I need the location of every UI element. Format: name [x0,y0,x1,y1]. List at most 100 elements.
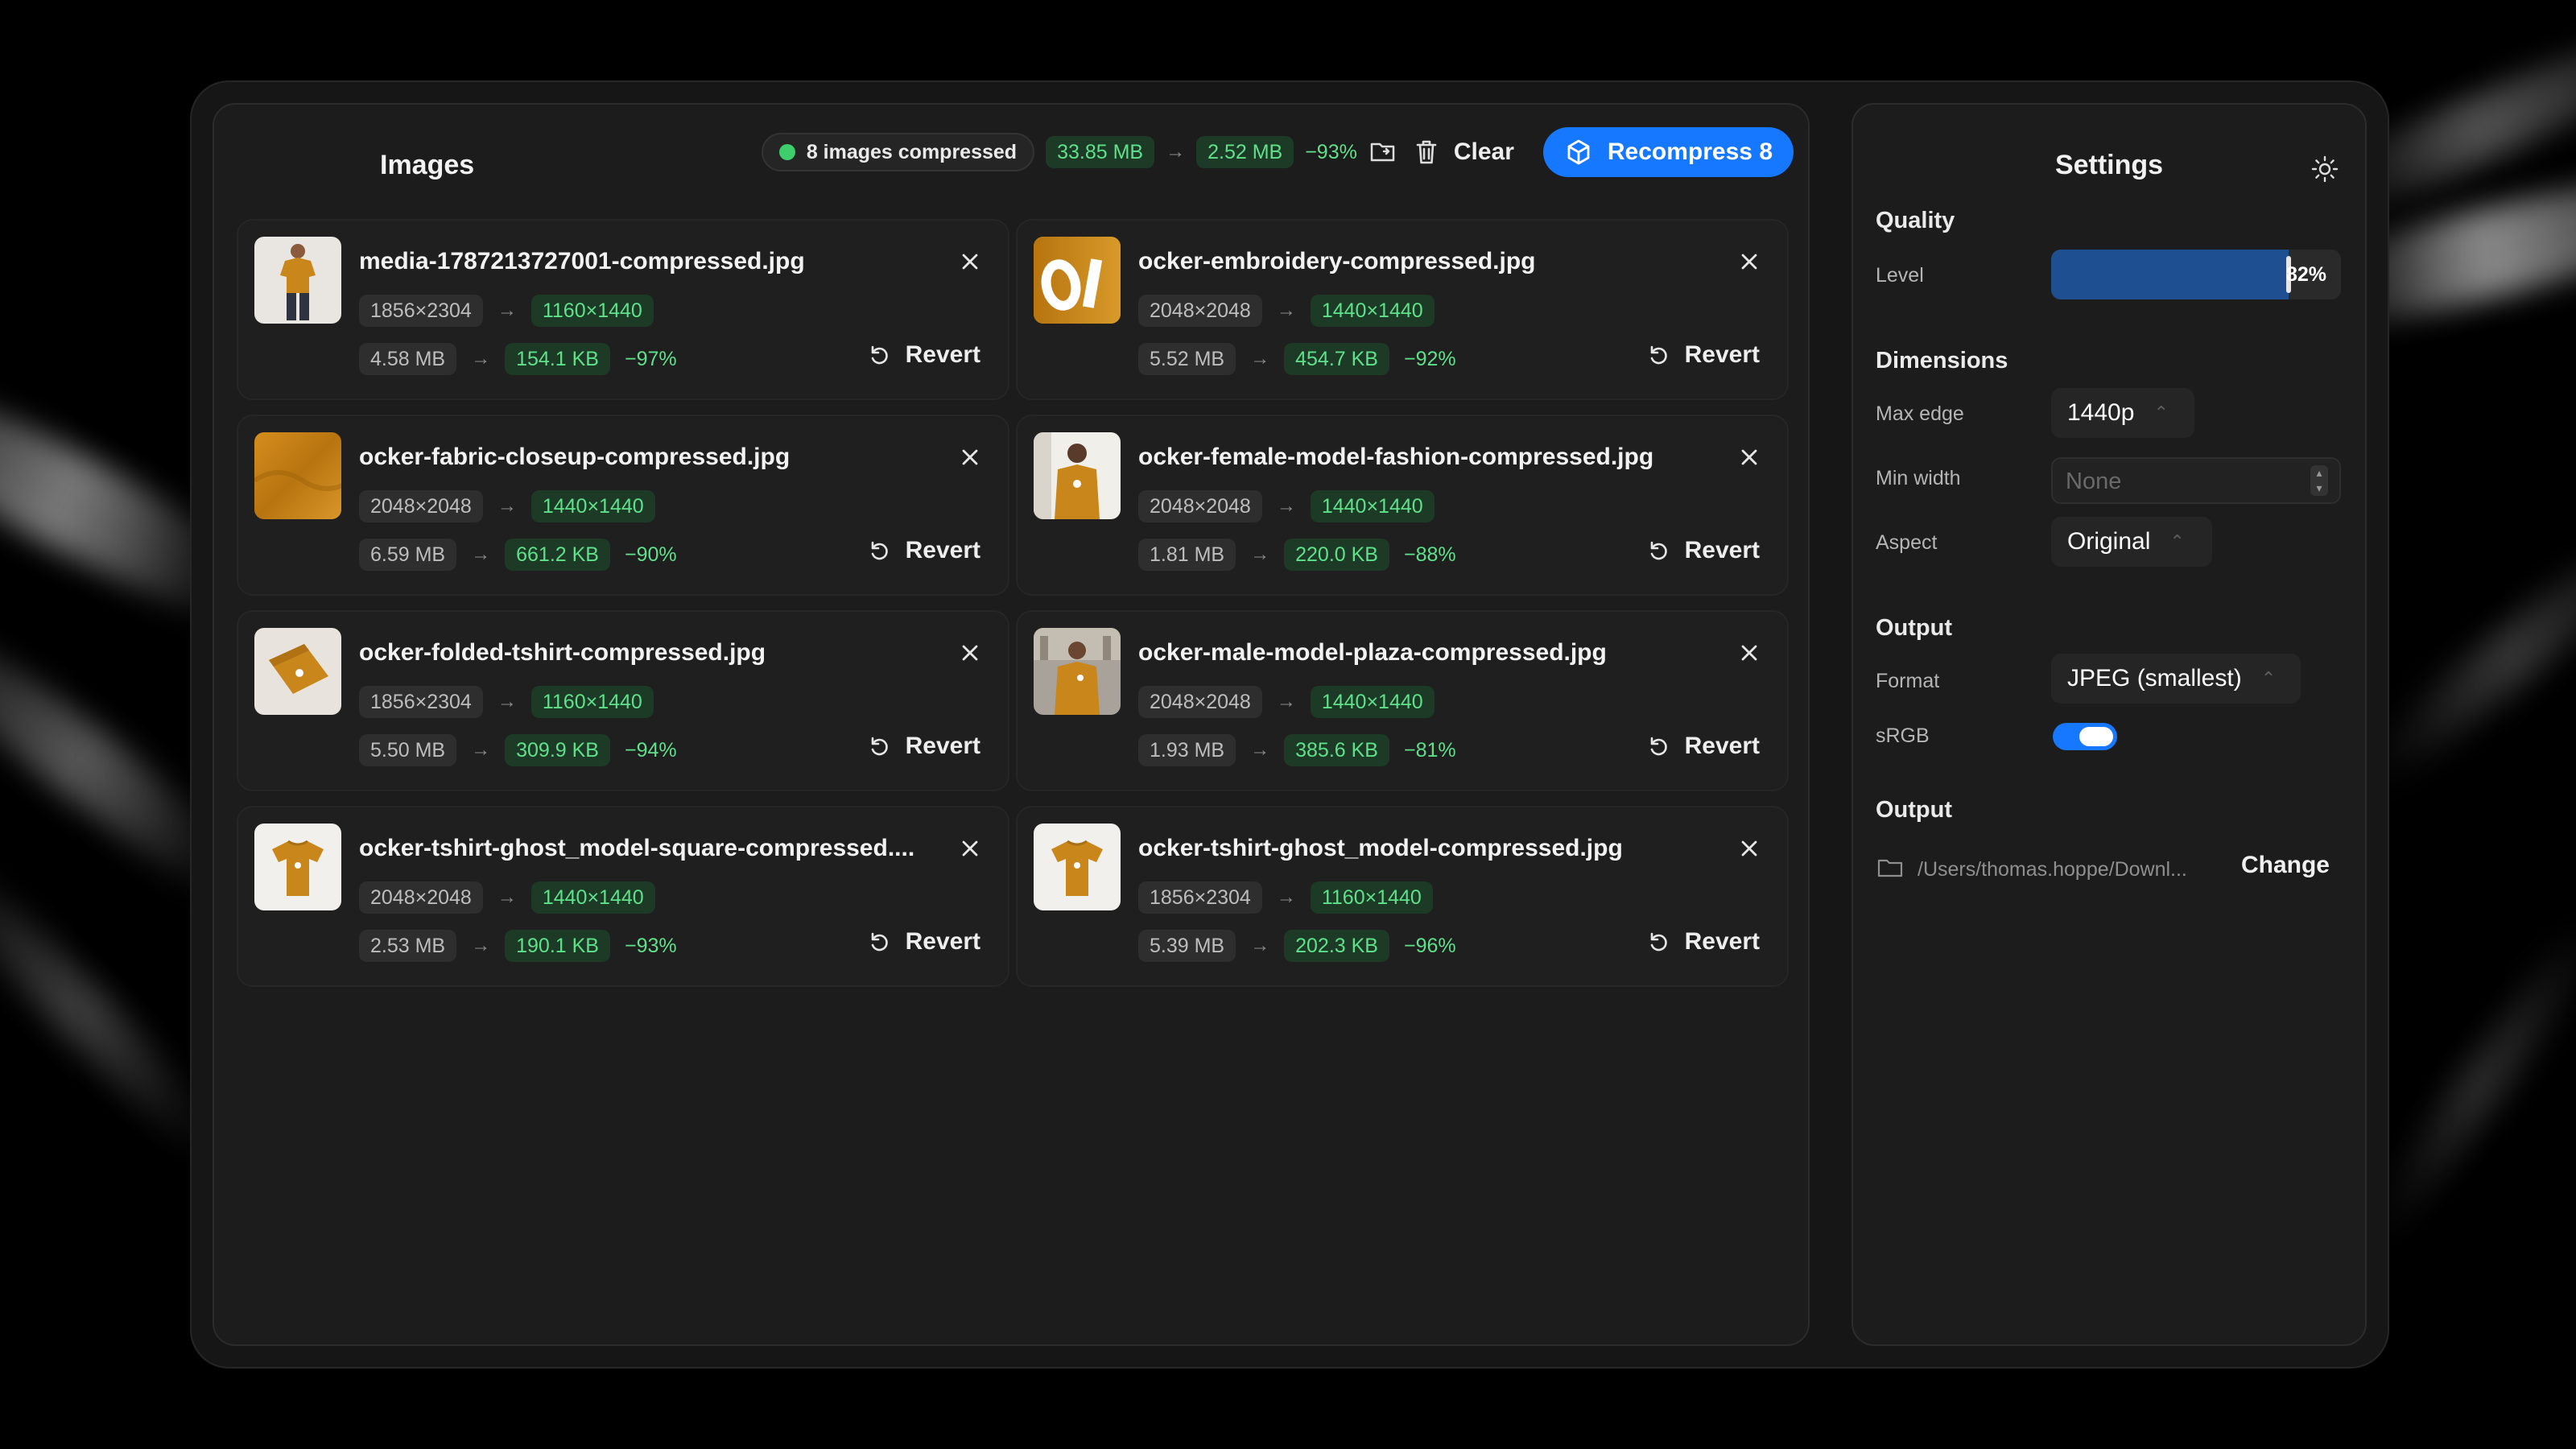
remove-image-button[interactable] [1736,835,1763,862]
image-thumbnail[interactable] [254,628,341,715]
undo-icon [871,932,888,952]
image-card[interactable]: media-1787213727001-compressed.jpg 1856×… [237,219,1009,400]
dimensions-row: 1856×2304 → 1160×1440 [359,295,654,327]
remove-image-button[interactable] [1736,444,1763,471]
close-icon [1741,645,1757,661]
chevron-updown-icon: ⌃ [2260,668,2277,688]
undo-icon [871,541,888,560]
image-card[interactable]: ocker-tshirt-ghost_model-square-compress… [237,806,1009,987]
arrow-right-icon: → [1250,935,1270,956]
size-after: 154.1 KB [505,343,610,375]
arrow-right-icon: → [497,495,517,517]
dimensions-row: 2048×2048 → 1440×1440 [1138,686,1435,718]
remove-image-button[interactable] [1736,248,1763,275]
dimensions-before: 2048×2048 [359,490,483,522]
size-before: 5.52 MB [1138,343,1236,375]
size-row: 2.53 MB → 190.1 KB −93% [359,930,677,962]
change-output-button[interactable]: Change [2241,852,2330,879]
min-width-input[interactable] [2064,459,2293,504]
status-text: 8 images compressed [806,140,1018,163]
size-after: 309.9 KB [505,734,610,766]
output-path-section-title: Output [1876,797,1953,823]
revert-label: Revert [905,928,980,955]
min-width-field[interactable]: ▴▾ [2051,457,2341,504]
revert-button[interactable]: Revert [869,928,980,956]
revert-button[interactable]: Revert [869,537,980,564]
remove-image-button[interactable] [1736,639,1763,667]
image-card[interactable]: ocker-female-model-fashion-compressed.jp… [1016,415,1789,596]
size-after: 454.7 KB [1284,343,1389,375]
remove-image-button[interactable] [956,639,984,667]
arrow-right-icon: → [471,543,491,565]
dimensions-after: 1160×1440 [1310,881,1433,914]
image-thumbnail[interactable] [254,237,341,324]
size-before: 5.39 MB [1138,930,1236,962]
recompress-label: Recompress 8 [1607,138,1773,165]
quality-slider[interactable]: 82% [2051,250,2341,299]
revert-button[interactable]: Revert [1648,341,1760,369]
arrow-right-icon: → [1276,495,1296,517]
image-thumbnail[interactable] [1034,824,1121,910]
close-icon [962,840,978,857]
output-format-section-title: Output [1876,615,1953,641]
arrow-right-icon: → [471,739,491,761]
remove-image-button[interactable] [956,248,984,275]
image-thumbnail[interactable] [1034,237,1121,324]
app-window: Images 8 images compressed 33.85 MB → 2.… [190,80,2389,1368]
size-after: 220.0 KB [1284,539,1389,571]
clear-button[interactable]: Clear [1409,129,1529,175]
arrow-right-icon: → [497,691,517,712]
revert-button[interactable]: Revert [869,341,980,369]
image-thumbnail[interactable] [1034,432,1121,519]
revert-button[interactable]: Revert [1648,928,1760,956]
size-after: 385.6 KB [1284,734,1389,766]
page-title: Images [380,150,475,180]
image-thumbnail[interactable] [254,824,341,910]
size-change: −92% [1403,347,1456,370]
size-row: 6.59 MB → 661.2 KB −90% [359,539,677,571]
image-card[interactable]: ocker-tshirt-ghost_model-compressed.jpg … [1016,806,1789,987]
close-icon [962,449,978,465]
trash-icon [1416,140,1437,164]
size-row: 1.81 MB → 220.0 KB −88% [1138,539,1456,571]
format-select[interactable]: JPEG (smallest) ⌃ [2051,654,2301,704]
srgb-toggle[interactable] [2053,723,2117,750]
aspect-select[interactable]: Original ⌃ [2051,517,2212,567]
size-before: 1.93 MB [1138,734,1236,766]
folder-icon [1877,859,1903,877]
stepper-icon[interactable]: ▴ ▾ [2310,465,2328,496]
srgb-label: sRGB [1876,724,1930,747]
image-thumbnail[interactable] [254,432,341,519]
dimensions-before: 2048×2048 [359,881,483,914]
dimensions-before: 2048×2048 [1138,490,1262,522]
max-edge-select[interactable]: 1440p ⌃ [2051,388,2194,438]
image-card[interactable]: ocker-folded-tshirt-compressed.jpg 1856×… [237,610,1009,791]
size-change: −96% [1403,934,1456,957]
size-change: −94% [624,738,677,762]
image-filename: ocker-embroidery-compressed.jpg [1138,248,1536,275]
format-label: Format [1876,670,1940,692]
image-thumbnail[interactable] [1034,628,1121,715]
revert-label: Revert [1684,928,1760,955]
image-card[interactable]: ocker-fabric-closeup-compressed.jpg 2048… [237,415,1009,596]
remove-image-button[interactable] [956,444,984,471]
dimensions-after: 1440×1440 [1310,686,1435,718]
total-size-before: 33.85 MB [1046,136,1155,168]
revert-button[interactable]: Revert [1648,537,1760,564]
size-change: −97% [624,347,677,370]
total-size-change: −93% [1305,140,1357,163]
close-icon [1741,254,1757,270]
revert-button[interactable]: Revert [869,733,980,760]
dimensions-row: 1856×2304 → 1160×1440 [359,686,654,718]
dimensions-after: 1160×1440 [530,295,654,327]
revert-button[interactable]: Revert [1648,733,1760,760]
remove-image-button[interactable] [956,835,984,862]
image-card[interactable]: ocker-male-model-plaza-compressed.jpg 20… [1016,610,1789,791]
recompress-button[interactable]: Recompress 8 [1542,127,1794,177]
folder-open-icon[interactable] [1368,138,1397,167]
size-row: 5.50 MB → 309.9 KB −94% [359,734,677,766]
image-card[interactable]: ocker-embroidery-compressed.jpg 2048×204… [1016,219,1789,400]
arrow-right-icon: → [497,886,517,908]
sun-icon[interactable] [2310,155,2339,184]
arrow-right-icon: → [1250,543,1270,565]
